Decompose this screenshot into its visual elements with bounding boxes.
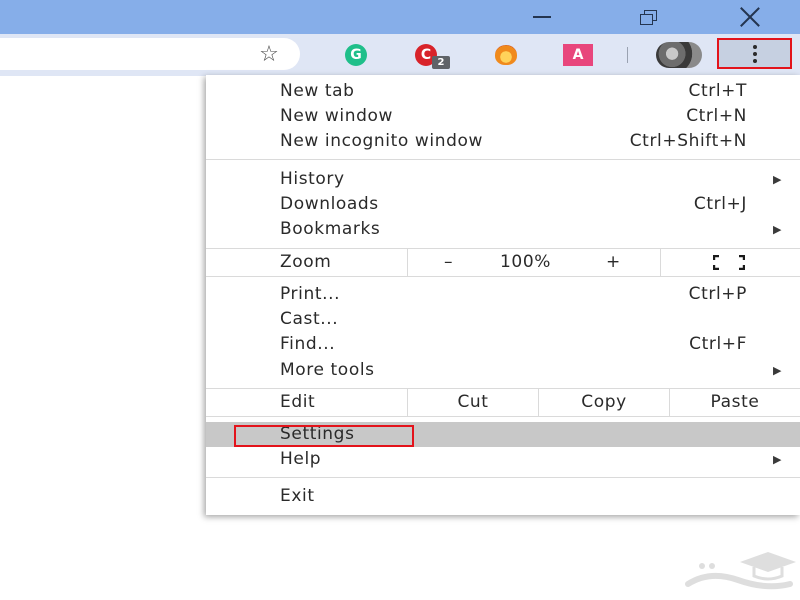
- menu-item-label: Print...: [280, 284, 341, 304]
- profile-avatar[interactable]: [656, 42, 702, 68]
- menu-item-label: Bookmarks: [280, 219, 381, 239]
- extension-badge: 2: [432, 56, 450, 69]
- edit-row: Edit Cut Copy Paste: [206, 389, 800, 416]
- a-letter-icon: A: [563, 44, 593, 66]
- close-window-button[interactable]: [722, 0, 778, 34]
- zoom-in-button[interactable]: +: [606, 249, 621, 276]
- submenu-arrow-icon: ▶: [773, 364, 783, 377]
- maximize-button[interactable]: [620, 0, 676, 34]
- menu-item-cast[interactable]: Cast...: [206, 307, 800, 332]
- settings-highlight-box: [234, 425, 414, 447]
- menu-item-new-tab[interactable]: New tab Ctrl+T: [206, 79, 800, 104]
- window-titlebar: [0, 0, 800, 34]
- zoom-label: Zoom: [280, 252, 332, 272]
- menu-item-new-incognito-window[interactable]: New incognito window Ctrl+Shift+N: [206, 129, 800, 154]
- vertical-dots-icon: [752, 44, 757, 63]
- menu-item-help[interactable]: Help ▶: [206, 447, 800, 472]
- cut-button[interactable]: Cut: [408, 389, 538, 416]
- zoom-row: Zoom – 100% +: [206, 249, 800, 276]
- fullscreen-icon[interactable]: [713, 255, 745, 270]
- edit-label: Edit: [280, 392, 316, 412]
- menu-item-new-window[interactable]: New window Ctrl+N: [206, 104, 800, 129]
- menu-item-label: Find...: [280, 334, 336, 354]
- submenu-arrow-icon: ▶: [773, 453, 783, 466]
- menu-separator: [206, 159, 800, 160]
- fox-icon: [495, 45, 517, 65]
- minimize-button[interactable]: [514, 0, 570, 34]
- menu-item-exit[interactable]: Exit: [206, 484, 800, 509]
- watermark-logo: [685, 552, 796, 590]
- menu-item-print[interactable]: Print... Ctrl+P: [206, 282, 800, 307]
- submenu-arrow-icon: ▶: [773, 173, 783, 186]
- grammarly-icon: G: [345, 44, 367, 66]
- menu-item-downloads[interactable]: Downloads Ctrl+J: [206, 192, 800, 217]
- menu-item-find[interactable]: Find... Ctrl+F: [206, 332, 800, 357]
- menu-item-shortcut: Ctrl+F: [689, 334, 747, 354]
- zoom-divider: [407, 249, 408, 276]
- chrome-main-menu: New tab Ctrl+T New window Ctrl+N New inc…: [206, 75, 800, 515]
- browser-toolbar: ☆ G C 2 A: [0, 34, 800, 76]
- menu-item-label: More tools: [280, 360, 375, 380]
- fox-extension-button[interactable]: [494, 43, 518, 67]
- toolbar-divider: [627, 47, 628, 63]
- menu-item-label: New tab: [280, 81, 355, 101]
- paste-button[interactable]: Paste: [670, 389, 800, 416]
- menu-item-label: New window: [280, 106, 393, 126]
- menu-item-bookmarks[interactable]: Bookmarks ▶: [206, 217, 800, 242]
- menu-separator: [206, 477, 800, 478]
- restore-icon: [640, 10, 657, 25]
- zoom-out-button[interactable]: –: [444, 249, 453, 276]
- menu-item-shortcut: Ctrl+J: [693, 194, 747, 214]
- submenu-arrow-icon: ▶: [773, 223, 783, 236]
- menu-item-label: Downloads: [280, 194, 379, 214]
- menu-item-shortcut: Ctrl+N: [686, 106, 747, 126]
- adblock-extension-button[interactable]: C 2: [414, 43, 450, 69]
- menu-item-history[interactable]: History ▶: [206, 167, 800, 192]
- menu-item-shortcut: Ctrl+T: [688, 81, 747, 101]
- chrome-menu-button[interactable]: [717, 38, 792, 69]
- menu-item-more-tools[interactable]: More tools ▶: [206, 358, 800, 383]
- menu-item-shortcut: Ctrl+Shift+N: [629, 131, 747, 151]
- minimize-icon: [533, 16, 551, 18]
- menu-item-label: Cast...: [280, 309, 339, 329]
- menu-separator: [206, 276, 800, 277]
- star-icon[interactable]: ☆: [253, 38, 285, 70]
- menu-item-label: Help: [280, 449, 322, 469]
- menu-separator: [206, 416, 800, 417]
- menu-item-label: New incognito window: [280, 131, 483, 151]
- grammarly-extension-button[interactable]: G: [344, 43, 368, 67]
- zoom-level-value: 100%: [500, 252, 552, 272]
- zoom-divider: [660, 249, 661, 276]
- menu-item-label: Exit: [280, 486, 315, 506]
- menu-item-label: History: [280, 169, 345, 189]
- close-icon: [739, 6, 761, 28]
- copy-button[interactable]: Copy: [539, 389, 669, 416]
- menu-item-shortcut: Ctrl+P: [688, 284, 747, 304]
- a-extension-button[interactable]: A: [562, 43, 594, 67]
